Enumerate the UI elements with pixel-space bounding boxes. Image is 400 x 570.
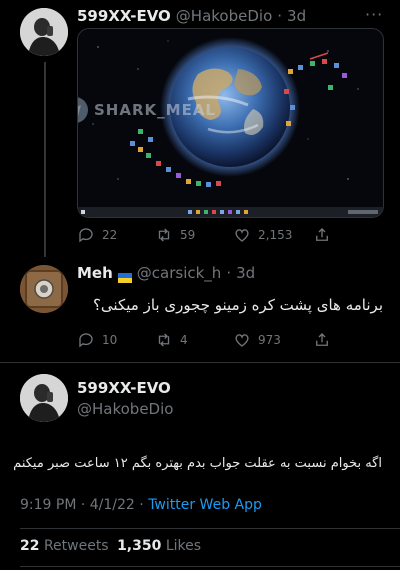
like-button-2[interactable]: 973 [233,331,313,349]
media-watermark: SHARK_MEAL [94,101,216,119]
divider [20,566,400,567]
avatar-599xx-evo-main[interactable] [20,374,68,422]
tweet1-separator: · [277,7,283,25]
retweet-count-2: 4 [180,333,188,347]
telegram-icon [78,97,88,123]
retweets-stat[interactable]: 22 Retweets [20,538,113,554]
tweet3-handle[interactable]: @HakobeDio [77,400,173,418]
tweet2-time[interactable]: 3d [236,264,255,282]
tweet3-source[interactable]: Twitter Web App [148,497,262,513]
retweets-label: Retweets [43,538,109,554]
tweet1-display-name[interactable]: 599XX-EVO [77,7,171,25]
heart-icon [235,229,249,242]
reply-count: 22 [102,228,118,242]
retweets-count: 22 [20,538,40,554]
more-options-icon[interactable]: ··· [365,5,383,24]
retweet-count: 59 [180,228,196,242]
desktop-earth-wallpaper [78,29,383,217]
likes-label: Likes [165,538,202,554]
reply-icon [79,333,93,348]
avatar-portrait-icon [20,8,68,56]
tweet2-text: برنامه های پشت کره زمینو چجوری باز میکنی… [92,296,383,314]
divider [20,528,400,529]
retweet-button[interactable]: 59 [155,226,233,244]
retweet-icon [158,333,170,347]
likes-stat[interactable]: 1,350 Likes [117,538,201,554]
reply-icon [79,228,93,243]
share-button-2[interactable] [313,331,331,349]
tweet3-text: اگه بخوام نسبت به عقلت جواب بدم بهتره بگ… [13,456,382,471]
tweet1-time[interactable]: 3d [287,7,306,25]
reply-count-2: 10 [102,333,118,347]
reply-button[interactable]: 22 [77,226,155,244]
likes-count: 1,350 [117,538,162,554]
tweet3-display-name[interactable]: 599XX-EVO [77,379,171,397]
tweet2-handle[interactable]: @carsick_h [137,264,222,282]
tweet3-timestamp[interactable]: 9:19 PM · 4/1/22 · [20,497,148,513]
tweet2-separator: · [226,264,232,282]
share-icon [316,228,328,241]
retweet-button-2[interactable]: 4 [155,331,233,349]
avatar-lock-icon [20,265,68,313]
avatar-portrait-icon [20,374,68,422]
avatar-meh[interactable] [20,265,68,313]
like-button[interactable]: 2,153 [233,226,313,244]
ukraine-flag-icon [117,268,132,283]
reply-button-2[interactable]: 10 [77,331,155,349]
heart-icon [235,334,249,347]
tweet1-media-image[interactable]: SHARK_MEAL [77,28,384,218]
thread-connector [44,62,46,257]
divider [0,362,400,363]
avatar-599xx-evo[interactable] [20,8,68,56]
tweet2-display-name[interactable]: Meh [77,264,113,282]
share-icon [316,333,328,346]
like-count: 2,153 [258,228,293,242]
retweet-icon [158,228,170,242]
like-count-2: 973 [258,333,281,347]
tweet1-handle[interactable]: @HakobeDio [176,7,272,25]
share-button[interactable] [313,226,331,244]
